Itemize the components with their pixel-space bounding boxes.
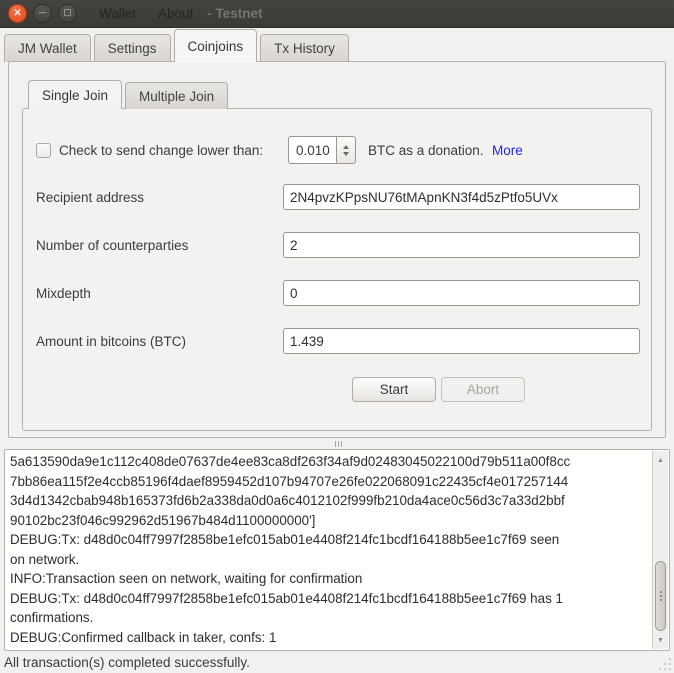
log-line: on network.: [10, 550, 649, 570]
amount-btc-label: Amount in bitcoins (BTC): [36, 334, 186, 349]
recipient-address-input[interactable]: 2N4pvzKPpsNU76tMApnKN3f4d5zPtfo5UVx: [283, 184, 640, 210]
maximize-button[interactable]: ▢: [58, 4, 77, 23]
close-button[interactable]: ✕: [8, 4, 27, 23]
log-line: DEBUG:Tx: d48d0c04ff7997f2858be1efc015ab…: [10, 589, 649, 609]
scrollbar-thumb[interactable]: [655, 561, 666, 631]
tab-multiple-join[interactable]: Multiple Join: [125, 82, 228, 109]
scroll-up-icon[interactable]: ▲: [653, 453, 668, 467]
title-bar[interactable]: ✕ — ▢ Wallet About - Testnet: [0, 0, 674, 28]
log-line: confirmations.: [10, 608, 649, 628]
maximize-icon: ▢: [63, 8, 72, 17]
scroll-down-icon[interactable]: ▼: [653, 633, 668, 647]
tab-tx-history[interactable]: Tx History: [260, 34, 349, 62]
donation-checkbox[interactable]: [36, 143, 51, 158]
start-button[interactable]: Start: [352, 377, 436, 402]
main-tab-bar: JM Wallet Settings Coinjoins Tx History: [4, 29, 352, 62]
scrollbar-grip-icon: [660, 595, 662, 597]
counterparties-label: Number of counterparties: [36, 238, 188, 253]
mixdepth-input[interactable]: 0: [283, 280, 640, 306]
log-line: 5a613590da9e1c112c408de07637de4ee83ca8df…: [10, 452, 649, 472]
tab-jm-wallet[interactable]: JM Wallet: [4, 34, 91, 62]
spinner-buttons[interactable]: [336, 136, 356, 164]
tab-settings[interactable]: Settings: [94, 34, 171, 62]
app-window: ✕ — ▢ Wallet About - Testnet JM Wallet S…: [0, 0, 674, 673]
donation-suffix-label: BTC as a donation.: [368, 143, 484, 158]
join-tab-bar: Single Join Multiple Join: [28, 80, 231, 109]
status-bar: All transaction(s) completed successfull…: [0, 651, 674, 673]
tab-single-join[interactable]: Single Join: [28, 80, 122, 109]
spinner-down-icon[interactable]: [343, 152, 349, 156]
status-message: All transaction(s) completed successfull…: [4, 655, 250, 670]
menu-about[interactable]: About: [158, 6, 193, 21]
counterparties-input[interactable]: 2: [283, 232, 640, 258]
close-icon: ✕: [13, 9, 21, 19]
log-console[interactable]: 5a613590da9e1c112c408de07637de4ee83ca8df…: [4, 449, 670, 651]
log-line: 3d4d1342cbab948b165373fd6b2a338da0d0a6c4…: [10, 491, 649, 511]
donation-amount-spinner[interactable]: 0.010: [288, 136, 356, 164]
menu-wallet[interactable]: Wallet: [99, 6, 136, 21]
log-line: DEBUG:Tx: d48d0c04ff7997f2858be1efc015ab…: [10, 530, 649, 550]
donation-checkbox-label: Check to send change lower than:: [59, 143, 263, 158]
log-line: INFO:Transaction seen on network, waitin…: [10, 569, 649, 589]
log-line: DEBUG:Confirmed callback in taker, confs…: [10, 628, 649, 648]
mixdepth-label: Mixdepth: [36, 286, 91, 301]
log-scrollbar[interactable]: ▲ ▼: [652, 451, 668, 649]
spinner-up-icon[interactable]: [343, 145, 349, 149]
abort-button[interactable]: Abort: [441, 377, 525, 402]
log-line: 90102bc23f046c992962d51967b484d110000000…: [10, 511, 649, 531]
donation-amount-value[interactable]: 0.010: [288, 136, 336, 164]
splitter-handle[interactable]: [330, 441, 346, 447]
log-line: 7bb86ea115f2e4ccb85196f4daef8959452d107b…: [10, 472, 649, 492]
tab-coinjoins[interactable]: Coinjoins: [174, 29, 258, 62]
minimize-button[interactable]: —: [33, 4, 52, 23]
amount-btc-input[interactable]: 1.439: [283, 328, 640, 354]
window-title: - Testnet: [207, 6, 262, 21]
minimize-icon: —: [39, 9, 47, 17]
log-text: 5a613590da9e1c112c408de07637de4ee83ca8df…: [10, 452, 649, 648]
resize-grip[interactable]: [657, 656, 671, 670]
donation-more-link[interactable]: More: [492, 143, 523, 158]
recipient-address-label: Recipient address: [36, 190, 144, 205]
